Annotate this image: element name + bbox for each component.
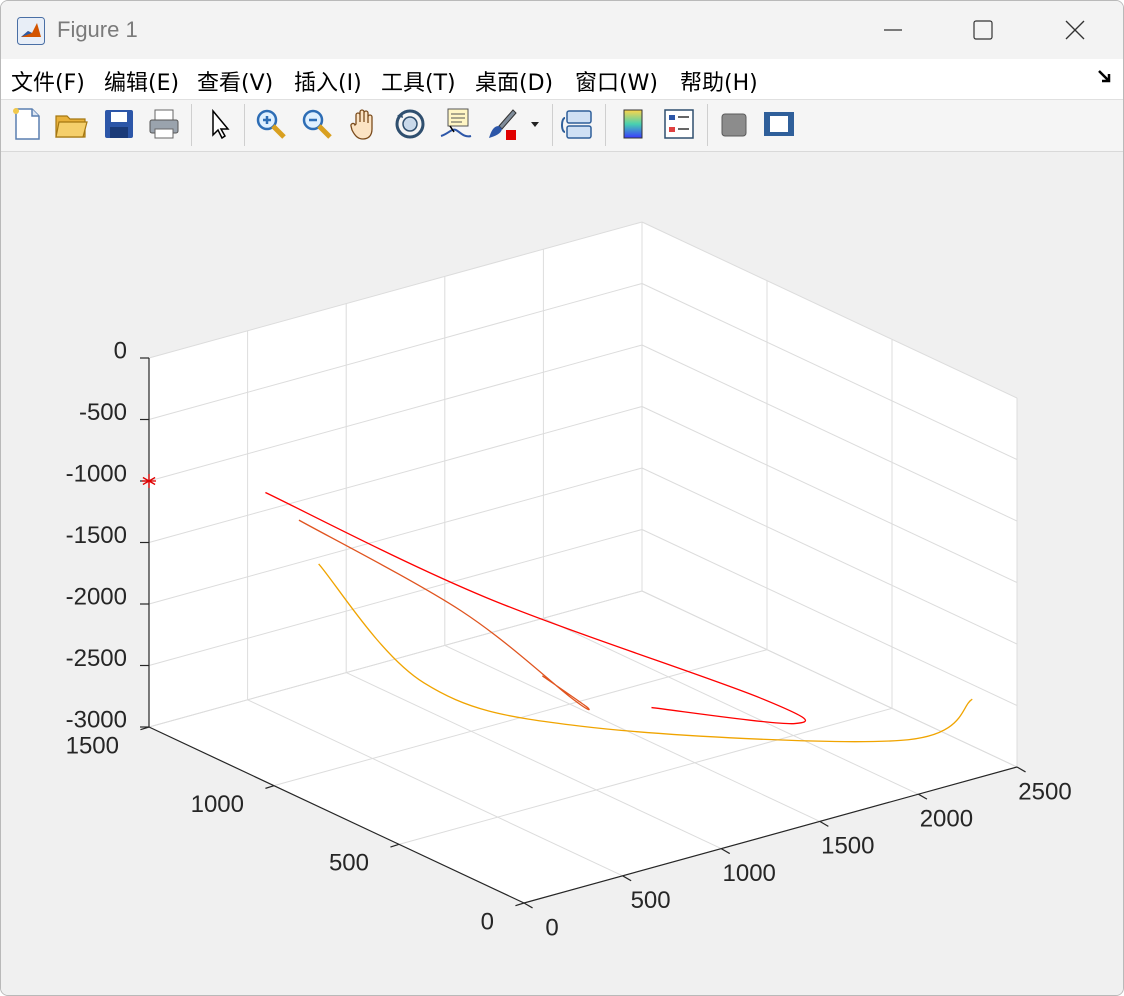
z-tick-label: 0 [114,337,127,364]
figure-canvas-area: 0 500 1000 1500 2000 2500 0 500 1000 1500 0 -500 -10… [1,152,1123,995]
dock-arrow-icon[interactable] [1095,67,1115,87]
menu-tools[interactable]: 工具(T) [381,65,456,97]
hide-plot-tools-icon[interactable] [716,106,752,142]
new-figure-icon[interactable] [9,106,45,142]
axes-backdrop [149,222,1017,903]
y-tick-label: 0 [481,908,494,935]
z-tick-label: -3000 [66,706,127,733]
z-tick-label: -1000 [66,460,127,487]
z-tick-label: -2000 [66,583,127,610]
maximize-icon [973,20,993,40]
toolbar-separator [707,104,708,146]
z-tick-label: -1500 [66,522,127,549]
y-tick-label: 500 [329,850,369,877]
x-tick-label: 2000 [920,806,973,833]
window-title: Figure 1 [57,17,138,42]
y-tick-label: 1500 [66,732,119,759]
toolbar-separator [605,104,606,146]
colorbar-icon[interactable] [615,106,651,142]
x-tick [918,793,928,800]
y-tick [515,902,525,907]
y-tick [390,843,400,848]
brush-dropdown-icon[interactable] [525,106,545,142]
print-icon[interactable] [146,106,182,142]
toolbar-separator [552,104,553,146]
x-tick [1016,766,1026,773]
menu-edit[interactable]: 编辑(E) [104,65,179,97]
menu-insert[interactable]: 插入(I) [294,65,362,97]
x-tick-label: 1000 [723,860,776,887]
figure-toolbar [1,100,1123,152]
zoom-out-icon[interactable] [299,106,335,142]
x-tick [819,820,829,827]
pan-hand-icon[interactable] [346,106,382,142]
show-plot-tools-icon[interactable] [761,106,797,142]
maximize-button[interactable] [937,1,1029,59]
close-icon [1065,20,1085,40]
legend-icon[interactable] [661,106,697,142]
matlab-icon[interactable] [17,17,45,45]
y-tick [265,785,275,789]
open-file-icon[interactable] [53,106,89,142]
menu-help[interactable]: 帮助(H) [680,65,758,97]
link-plot-icon[interactable] [561,106,597,142]
menu-window[interactable]: 窗口(W) [575,65,658,97]
rotate-3d-icon[interactable] [392,106,428,142]
figure-window: Figure 1 文件(F) 编辑(E) 查看(V) 插入(I) 工具(T) 桌… [0,0,1124,996]
x-tick-label: 0 [545,914,558,941]
3d-plot[interactable]: 0 500 1000 1500 2000 2500 0 500 1000 1500 0 -500 -10… [1,152,1123,995]
minimize-button[interactable] [847,1,939,59]
minimize-icon [884,29,902,31]
x-tick-label: 2500 [1018,778,1071,805]
menu-view[interactable]: 查看(V) [197,65,273,97]
toolbar-separator [191,104,192,146]
x-tick-label: 500 [631,887,671,914]
y-tick-label: 1000 [191,791,244,818]
z-tick-label: -500 [79,399,127,426]
select-pointer-icon[interactable] [201,106,237,142]
menu-file[interactable]: 文件(F) [11,65,85,97]
x-tick [523,902,533,909]
title-bar: Figure 1 [1,1,1123,59]
menu-desktop[interactable]: 桌面(D) [475,65,553,97]
close-button[interactable] [1029,1,1121,59]
x-tick [622,875,632,882]
toolbar-separator [244,104,245,146]
x-tick-label: 1500 [821,833,874,860]
zoom-in-icon[interactable] [253,106,289,142]
z-tick-label: -2500 [66,645,127,672]
menu-bar: 文件(F) 编辑(E) 查看(V) 插入(I) 工具(T) 桌面(D) 窗口(W… [1,59,1123,100]
brush-icon[interactable] [485,106,521,142]
x-tick [720,848,731,855]
data-tips-icon[interactable] [438,106,474,142]
save-icon[interactable] [101,106,137,142]
